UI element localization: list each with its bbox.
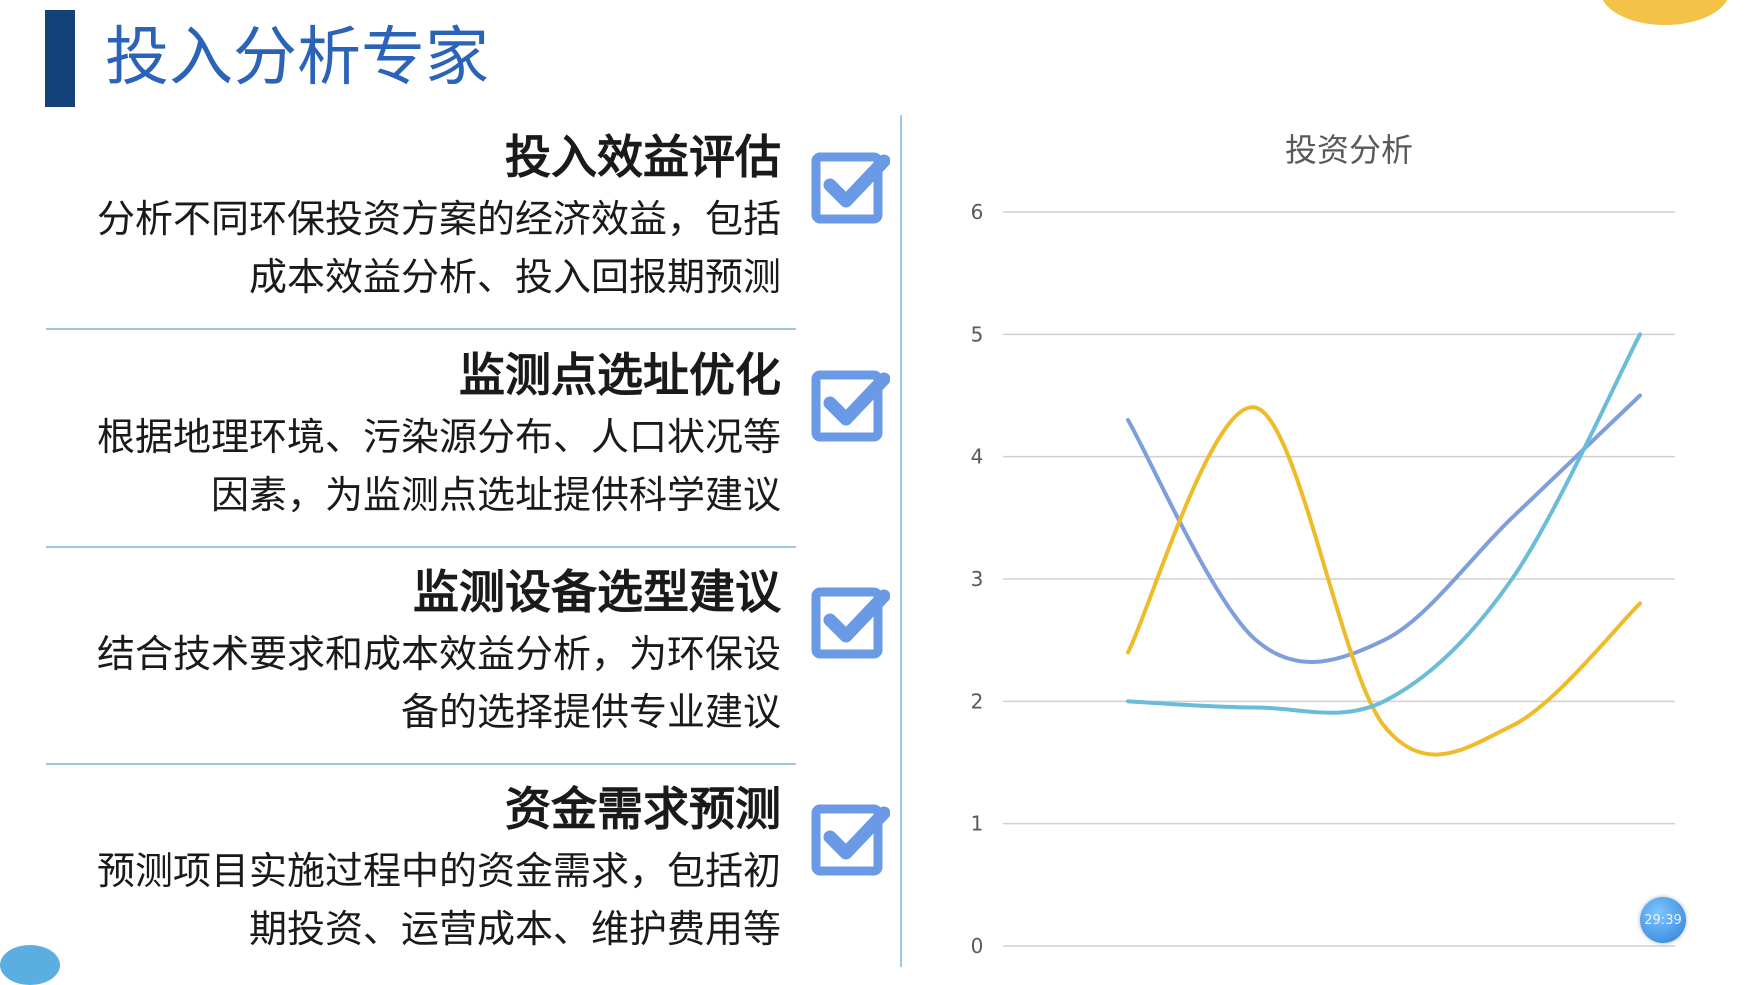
decorative-blob-corner xyxy=(0,945,60,985)
series-line xyxy=(1126,332,1642,715)
series-line xyxy=(1126,393,1642,664)
feature-heading: 监测点选址优化 xyxy=(459,348,781,402)
feature-heading: 资金需求预测 xyxy=(505,782,781,836)
checkbox-icon xyxy=(811,152,890,224)
checkbox-icon xyxy=(811,587,890,659)
y-tick-label: 3 xyxy=(971,567,984,591)
line-chart: 投资分析 0 1 2 3 4 5 6 xyxy=(971,131,1675,958)
feature-description: 分析不同环保投资方案的经济效益，包括成本效益分析、投入回报期预测 xyxy=(96,197,781,299)
page-title: 投入分析专家 xyxy=(105,21,489,95)
y-tick-label: 5 xyxy=(971,322,984,346)
y-tick-label: 4 xyxy=(971,445,984,469)
checkbox-icon xyxy=(811,804,890,876)
feature-description: 结合技术要求和成本效益分析，为环保设备的选择提供专业建议 xyxy=(96,632,781,734)
vertical-divider xyxy=(900,115,902,967)
decorative-blob-top xyxy=(1600,0,1730,25)
chart-title: 投资分析 xyxy=(1285,131,1413,169)
feature-heading: 投入效益评估 xyxy=(505,130,781,184)
item-divider xyxy=(46,546,796,548)
checkbox-icon xyxy=(811,370,890,442)
item-divider xyxy=(46,328,796,330)
y-tick-label: 2 xyxy=(971,689,984,713)
timer-badge[interactable]: 29:39 xyxy=(1640,897,1686,943)
title-accent-bar xyxy=(45,10,75,107)
feature-description: 根据地理环境、污染源分布、人口状况等因素，为监测点选址提供科学建议 xyxy=(96,415,781,517)
feature-heading: 监测设备选型建议 xyxy=(413,565,781,619)
y-tick-label: 6 xyxy=(971,200,984,224)
item-divider xyxy=(46,763,796,765)
y-tick-label: 1 xyxy=(971,812,984,836)
y-tick-label: 0 xyxy=(971,934,984,958)
feature-description: 预测项目实施过程中的资金需求，包括初期投资、运营成本、维护费用等 xyxy=(96,849,781,951)
